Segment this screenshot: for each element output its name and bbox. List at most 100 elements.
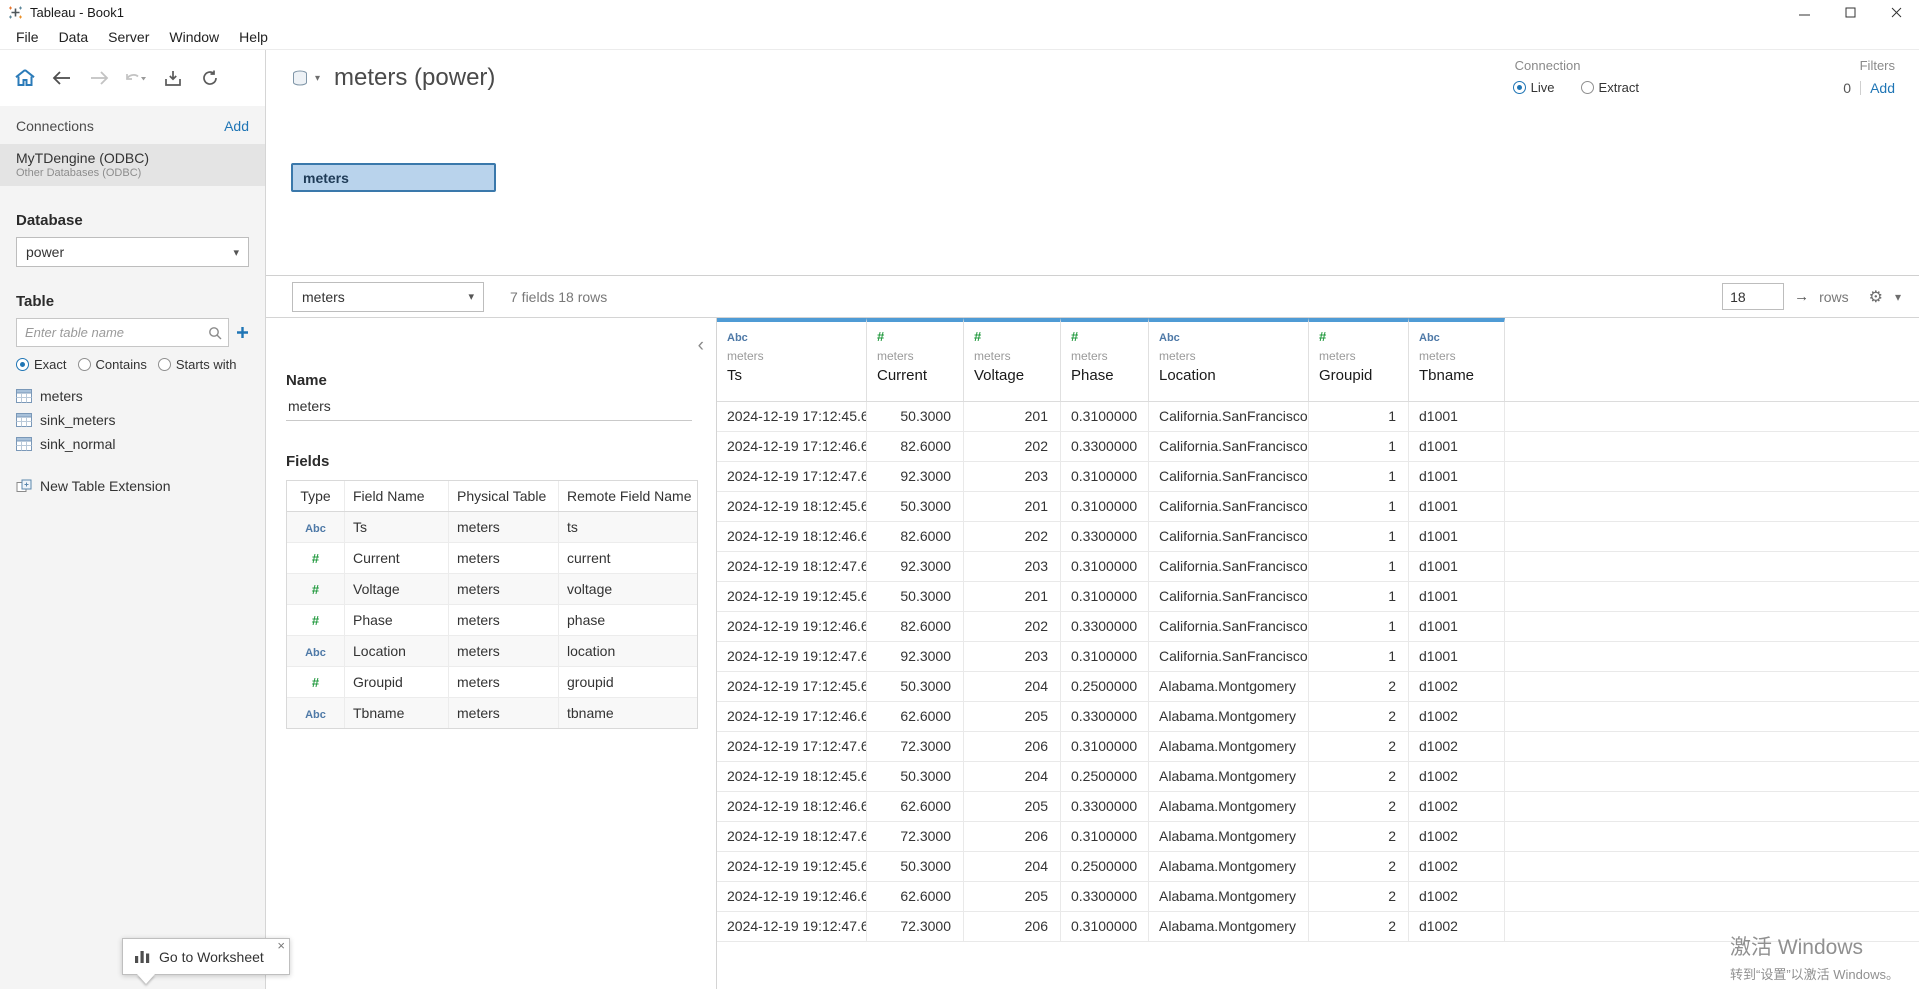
table-select[interactable]: meters ▾ bbox=[292, 282, 484, 312]
data-cell[interactable]: 201 bbox=[964, 492, 1061, 521]
apply-rows-icon[interactable]: → bbox=[1794, 288, 1809, 305]
data-cell[interactable]: 2024-12-19 18:12:47.642 bbox=[717, 552, 867, 581]
data-cell[interactable]: 1 bbox=[1309, 462, 1409, 491]
data-cell[interactable]: Alabama.Montgomery bbox=[1149, 762, 1309, 791]
data-cell[interactable]: 2 bbox=[1309, 702, 1409, 731]
data-cell[interactable]: 0.3100000 bbox=[1061, 492, 1149, 521]
data-cell[interactable]: d1001 bbox=[1409, 582, 1505, 611]
data-cell[interactable]: 0.3100000 bbox=[1061, 582, 1149, 611]
column-header-location[interactable]: AbcmetersLocation bbox=[1149, 318, 1309, 401]
data-cell[interactable]: 92.3000 bbox=[867, 552, 964, 581]
close-button[interactable] bbox=[1873, 0, 1919, 24]
extract-radio[interactable]: Extract bbox=[1581, 80, 1639, 95]
data-cell[interactable]: 2 bbox=[1309, 762, 1409, 791]
data-cell[interactable]: 50.3000 bbox=[867, 762, 964, 791]
data-cell[interactable]: 2024-12-19 17:12:45.642 bbox=[717, 672, 867, 701]
field-row-location[interactable]: AbcLocationmeterslocation bbox=[287, 636, 697, 667]
data-cell[interactable]: 206 bbox=[964, 732, 1061, 761]
minimize-button[interactable] bbox=[1781, 0, 1827, 24]
data-cell[interactable]: 2024-12-19 19:12:45.642 bbox=[717, 852, 867, 881]
data-cell[interactable]: California.SanFrancisco bbox=[1149, 642, 1309, 671]
data-cell[interactable]: 1 bbox=[1309, 582, 1409, 611]
column-header-ts[interactable]: AbcmetersTs bbox=[717, 318, 867, 401]
data-cell[interactable]: 2024-12-19 19:12:47.642 bbox=[717, 642, 867, 671]
data-cell[interactable]: 2024-12-19 19:12:47.642 bbox=[717, 912, 867, 941]
data-cell[interactable]: 203 bbox=[964, 462, 1061, 491]
data-cell[interactable]: 2024-12-19 18:12:45.642 bbox=[717, 762, 867, 791]
data-cell[interactable]: Alabama.Montgomery bbox=[1149, 912, 1309, 941]
data-cell[interactable]: 205 bbox=[964, 702, 1061, 731]
filters-add-link[interactable]: Add bbox=[1870, 80, 1895, 96]
data-cell[interactable]: California.SanFrancisco bbox=[1149, 522, 1309, 551]
data-cell[interactable]: 204 bbox=[964, 672, 1061, 701]
new-table-extension[interactable]: New Table Extension bbox=[0, 474, 265, 498]
data-cell[interactable]: Alabama.Montgomery bbox=[1149, 732, 1309, 761]
field-row-tbname[interactable]: AbcTbnamemeterstbname bbox=[287, 698, 697, 728]
connection-item[interactable]: MyTDengine (ODBC) Other Databases (ODBC) bbox=[0, 144, 265, 186]
data-cell[interactable]: 0.2500000 bbox=[1061, 672, 1149, 701]
data-cell[interactable]: 205 bbox=[964, 882, 1061, 911]
data-cell[interactable]: Alabama.Montgomery bbox=[1149, 672, 1309, 701]
filter-option-contains[interactable]: Contains bbox=[78, 357, 147, 372]
database-select[interactable]: power ▾ bbox=[16, 237, 249, 267]
data-cell[interactable]: 204 bbox=[964, 762, 1061, 791]
refresh-button[interactable] bbox=[195, 63, 225, 93]
data-cell[interactable]: 72.3000 bbox=[867, 912, 964, 941]
field-row-phase[interactable]: #Phasemetersphase bbox=[287, 605, 697, 636]
home-button[interactable] bbox=[10, 63, 40, 93]
table-item-meters[interactable]: meters bbox=[0, 384, 265, 408]
data-cell[interactable]: 2 bbox=[1309, 882, 1409, 911]
data-cell[interactable]: d1002 bbox=[1409, 852, 1505, 881]
add-table-button[interactable] bbox=[236, 326, 249, 339]
field-row-ts[interactable]: AbcTsmetersts bbox=[287, 512, 697, 543]
data-cell[interactable]: 2 bbox=[1309, 792, 1409, 821]
collapse-pane-icon[interactable]: ‹ bbox=[698, 336, 704, 355]
data-cell[interactable]: 0.3100000 bbox=[1061, 912, 1149, 941]
go-to-worksheet[interactable]: Go to Worksheet × bbox=[122, 938, 290, 975]
data-cell[interactable]: 206 bbox=[964, 912, 1061, 941]
column-header-groupid[interactable]: #metersGroupid bbox=[1309, 318, 1409, 401]
table-name-field[interactable]: meters bbox=[286, 395, 692, 421]
column-header-tbname[interactable]: AbcmetersTbname bbox=[1409, 318, 1505, 401]
data-cell[interactable]: d1001 bbox=[1409, 642, 1505, 671]
data-cell[interactable]: d1001 bbox=[1409, 462, 1505, 491]
data-cell[interactable]: 0.2500000 bbox=[1061, 852, 1149, 881]
data-cell[interactable]: California.SanFrancisco bbox=[1149, 582, 1309, 611]
data-cell[interactable]: 82.6000 bbox=[867, 522, 964, 551]
add-connection-link[interactable]: Add bbox=[224, 118, 249, 134]
data-cell[interactable]: 2024-12-19 18:12:46.642 bbox=[717, 792, 867, 821]
data-cell[interactable]: Alabama.Montgomery bbox=[1149, 822, 1309, 851]
data-cell[interactable]: 202 bbox=[964, 612, 1061, 641]
data-cell[interactable]: 2 bbox=[1309, 912, 1409, 941]
data-cell[interactable]: 72.3000 bbox=[867, 732, 964, 761]
live-radio[interactable]: Live bbox=[1513, 80, 1555, 95]
filter-option-starts-with[interactable]: Starts with bbox=[158, 357, 237, 372]
datasource-icon[interactable]: ▾ bbox=[292, 70, 320, 87]
data-cell[interactable]: 0.3100000 bbox=[1061, 402, 1149, 431]
data-cell[interactable]: 1 bbox=[1309, 552, 1409, 581]
data-cell[interactable]: California.SanFrancisco bbox=[1149, 612, 1309, 641]
data-cell[interactable]: 1 bbox=[1309, 612, 1409, 641]
data-cell[interactable]: d1002 bbox=[1409, 822, 1505, 851]
data-cell[interactable]: d1001 bbox=[1409, 522, 1505, 551]
menu-server[interactable]: Server bbox=[98, 24, 159, 50]
data-cell[interactable]: 62.6000 bbox=[867, 882, 964, 911]
data-cell[interactable]: 62.6000 bbox=[867, 792, 964, 821]
data-cell[interactable]: 202 bbox=[964, 522, 1061, 551]
data-cell[interactable]: 0.3100000 bbox=[1061, 462, 1149, 491]
data-cell[interactable]: 50.3000 bbox=[867, 402, 964, 431]
data-cell[interactable]: 203 bbox=[964, 642, 1061, 671]
filter-option-exact[interactable]: Exact bbox=[16, 357, 67, 372]
data-cell[interactable]: 92.3000 bbox=[867, 462, 964, 491]
data-cell[interactable]: 0.3300000 bbox=[1061, 702, 1149, 731]
data-cell[interactable]: 50.3000 bbox=[867, 582, 964, 611]
data-cell[interactable]: 0.3300000 bbox=[1061, 882, 1149, 911]
data-cell[interactable]: Alabama.Montgomery bbox=[1149, 852, 1309, 881]
data-cell[interactable]: 72.3000 bbox=[867, 822, 964, 851]
data-cell[interactable]: California.SanFrancisco bbox=[1149, 462, 1309, 491]
table-chip-meters[interactable]: meters bbox=[291, 163, 496, 192]
data-cell[interactable]: 0.3100000 bbox=[1061, 552, 1149, 581]
data-cell[interactable]: d1001 bbox=[1409, 612, 1505, 641]
gear-icon[interactable]: ⚙ bbox=[1869, 287, 1883, 307]
data-cell[interactable]: 92.3000 bbox=[867, 642, 964, 671]
